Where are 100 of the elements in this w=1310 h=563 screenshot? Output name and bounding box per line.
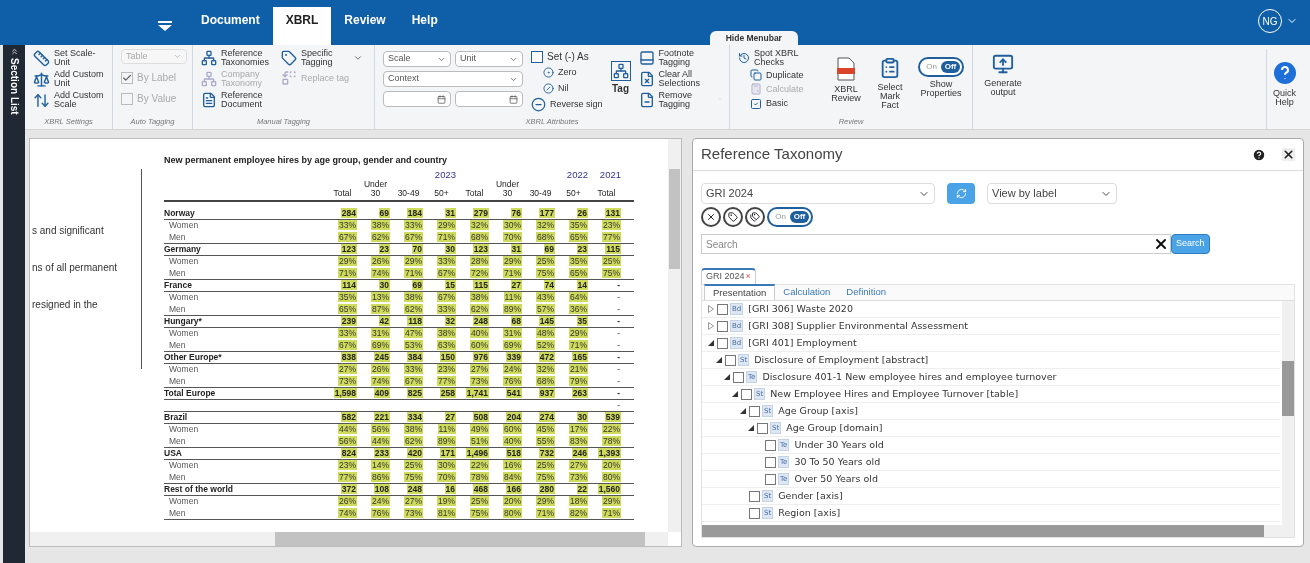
table-cell: 384: [406, 352, 423, 362]
row-label: Men: [168, 436, 186, 447]
on-off-toggle[interactable]: On Off: [918, 57, 964, 77]
menu-tab[interactable]: XBRL: [272, 7, 332, 45]
tree-item-label[interactable]: New Employee Hires and Employee Turnover [table]: [770, 386, 1019, 402]
table-cell: 44%: [338, 424, 357, 434]
table-cell: 62%: [470, 304, 489, 314]
table-cell: 27%: [470, 364, 489, 374]
tree-item-label[interactable]: Disclosure 401-1 New employee hires and employee turnover: [762, 369, 1057, 385]
table-cell: 541: [505, 388, 522, 398]
view-select[interactable]: View by label: [987, 183, 1117, 204]
table-cell: 165: [571, 352, 588, 362]
table-cell: 472: [538, 352, 555, 362]
hide-menubar-tab[interactable]: Hide Menubar: [709, 31, 798, 45]
table-cell: 78%: [602, 436, 621, 446]
view-tab[interactable]: Presentation: [704, 284, 776, 300]
table-cell: 74%: [338, 508, 357, 518]
taxonomy-select[interactable]: GRI 2024: [701, 183, 935, 204]
column-header: Total: [596, 189, 617, 198]
table-cell: 31%: [503, 328, 522, 338]
table-cell: 68: [510, 316, 522, 326]
table-cell: 73%: [338, 376, 357, 386]
menu-tab[interactable]: Help: [398, 7, 451, 45]
table-cell: 77%: [338, 472, 357, 482]
row-label: Men: [168, 232, 186, 243]
reverse-sign-button[interactable]: Reverse sign: [531, 97, 603, 112]
row-label: Men: [168, 508, 186, 519]
table-cell: 123: [472, 244, 489, 254]
table-cell: 31: [510, 244, 522, 254]
tree-item-label[interactable]: [GRI 308] Supplier Environmental Assessment: [748, 318, 968, 334]
table-cell: 76: [510, 208, 522, 218]
view-tab[interactable]: Calculation: [775, 284, 839, 300]
table-cell: 976: [472, 352, 489, 362]
ribbon-button[interactable]: Clear All Selections: [638, 70, 711, 88]
table-cell: 56%: [371, 424, 390, 434]
ribbon-button[interactable]: Footnote Tagging: [638, 49, 711, 67]
menu-tab[interactable]: Review: [331, 7, 399, 45]
quick-help-button[interactable]: Quick Help: [1266, 49, 1302, 129]
tree-item-label[interactable]: Gender [axis]: [778, 488, 843, 504]
table-cell: 67%: [338, 232, 357, 242]
table-cell: 67%: [404, 232, 423, 242]
tree-item-label[interactable]: 30 To 50 Years old: [794, 454, 881, 470]
dropdown[interactable]: Unit: [455, 51, 523, 67]
table-cell: 16: [444, 484, 456, 494]
table-cell: 84%: [503, 472, 522, 482]
ribbon-button[interactable]: Spot XBRL Checks: [738, 49, 818, 67]
paragraph-text: resigned in the: [32, 298, 99, 312]
tag-button[interactable]: Tag: [610, 49, 631, 116]
table-cell: 35: [576, 316, 588, 326]
row-label: Women: [168, 220, 199, 232]
table-cell: 233: [373, 448, 390, 458]
ribbon-button[interactable]: Select Mark Fact: [874, 49, 906, 116]
section-list-bar[interactable]: Section List: [3, 45, 25, 563]
view-tab[interactable]: Definition: [838, 284, 894, 300]
table-cell: 67%: [437, 292, 456, 302]
tree-item-label[interactable]: Over 50 Years old: [794, 471, 878, 487]
table-cell: 38%: [437, 328, 456, 338]
table-cell: 53%: [404, 340, 423, 350]
table-cell: 64%: [569, 292, 588, 302]
tree-item-label[interactable]: Age Group [domain]: [786, 420, 883, 436]
dropdown[interactable]: Scale: [383, 51, 451, 67]
checkbox-label: Basic: [766, 97, 788, 110]
table-cell: 1,496: [465, 448, 489, 458]
tree-item-label[interactable]: [GRI 306] Waste 2020: [748, 301, 853, 317]
table-cell: 79%: [569, 376, 588, 386]
ribbon-button[interactable]: Add Custom Scale: [33, 91, 106, 109]
tree-item-label[interactable]: Region [axis]: [778, 505, 841, 521]
row-label: Women: [168, 292, 199, 304]
table-cell: 76%: [371, 508, 390, 518]
ribbon-button[interactable]: Reference Taxonomies: [201, 49, 273, 67]
tree-item-label[interactable]: Disclosure of Employment [abstract]: [754, 352, 929, 368]
table-cell: 108: [373, 484, 390, 494]
ribbon-button[interactable]: Add Custom Unit: [33, 70, 106, 88]
tree-item-label[interactable]: Age Group [axis]: [778, 403, 858, 419]
table-cell: 28%: [470, 256, 489, 266]
on-off-toggle[interactable]: On Off: [767, 207, 813, 227]
tree-item-label[interactable]: Under 30 Years old: [794, 437, 884, 453]
tree-item-label[interactable]: [GRI 401] Employment: [748, 335, 857, 351]
dropdown[interactable]: Context: [383, 71, 523, 87]
row-label: Women: [168, 460, 199, 472]
generate-output-button[interactable]: Generate output: [981, 49, 1025, 129]
table-cell: 65%: [338, 304, 357, 314]
row-label: Women: [168, 364, 199, 376]
ribbon-button[interactable]: Set Scale-Unit: [33, 49, 106, 67]
ribbon-button[interactable]: Duplicate: [750, 69, 818, 81]
ribbon-button[interactable]: XBRL Review: [830, 49, 862, 116]
ribbon-button[interactable]: Remove Tagging: [638, 91, 711, 109]
ribbon-button[interactable]: Specific Tagging: [281, 49, 353, 67]
table-cell: 69: [378, 208, 390, 218]
table-cell: 52%: [536, 340, 555, 350]
search-field[interactable]: Search: [701, 234, 1171, 254]
table-cell: 70: [411, 244, 423, 254]
table-cell: 71%: [536, 508, 555, 518]
menu-tab[interactable]: Document: [188, 7, 273, 45]
option-button[interactable]: Nil: [543, 81, 603, 95]
table-cell: 55%: [536, 436, 555, 446]
table-cell: 732: [538, 448, 555, 458]
table-cell: 1,598: [333, 388, 357, 398]
option-button[interactable]: Zero: [543, 66, 603, 80]
ribbon-button[interactable]: Reference Document: [201, 91, 273, 109]
